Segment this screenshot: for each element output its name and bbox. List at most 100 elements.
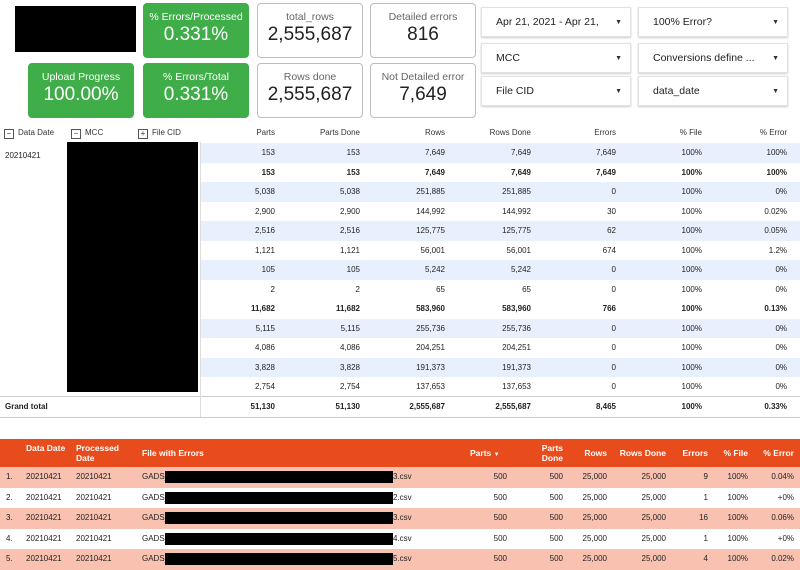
- col-header-errors[interactable]: Errors: [672, 448, 708, 458]
- pivot-cell-pct-file: 100%: [681, 245, 702, 255]
- error-table-row[interactable]: 4. 20210421 20210421 500 500 25,000 25,000 1 100…: [0, 529, 800, 550]
- pivot-dim-data-date[interactable]: − Data Date: [4, 128, 54, 139]
- pivot-cell-pct-error: 0%: [775, 382, 787, 391]
- col-header-rows[interactable]: Rows: [567, 448, 607, 458]
- pivot-col-header-parts[interactable]: Parts: [195, 128, 275, 137]
- pivot-dim-file-cid[interactable]: + File CID: [138, 128, 181, 139]
- error-cell-parts-done: 500: [549, 513, 563, 522]
- error-cell-errors: 1: [703, 492, 708, 502]
- pivot-cell-parts: 2: [270, 284, 275, 294]
- redacted-mcc-column: [67, 142, 198, 392]
- error-table-row[interactable]: 1. 20210421 20210421 500 500 25,000 25,000 9 100…: [0, 467, 800, 488]
- pivot-cell-parts: 153: [261, 148, 275, 157]
- col-header-pct-error[interactable]: % Error: [752, 448, 794, 458]
- error-cell-data-date: 20210421: [26, 513, 62, 522]
- error-cell-idx: 1.: [6, 472, 13, 481]
- pivot-cell-pct-error: 0.02%: [764, 206, 787, 216]
- date-range-picker[interactable]: Apr 21, 2021 - Apr 21, ▼: [481, 7, 631, 37]
- col-header-data-date[interactable]: Data Date: [26, 443, 66, 453]
- pivot-cell-pct-file: 100%: [681, 362, 702, 372]
- pivot-row: 3,828 3,828 191,373 191,373 0 100% 0%: [200, 357, 800, 377]
- error-table-row[interactable]: 3. 20210421 20210421 500 500 25,000 25,000 16 10…: [0, 508, 800, 529]
- pivot-cell-pct-file: 100%: [681, 323, 702, 333]
- col-header-file[interactable]: File with Errors: [142, 448, 204, 458]
- pivot-cell-rows: 125,775: [416, 226, 445, 235]
- pivot-cell-parts: 11,682: [250, 304, 275, 313]
- pivot-cell-parts-done: 2,516: [339, 226, 360, 235]
- pivot-row: 2,516 2,516 125,775 125,775 62 100% 0.05%: [200, 221, 800, 241]
- scorecard-label: Detailed errors: [388, 11, 458, 23]
- pivot-cell-errors: 0: [611, 382, 616, 391]
- pivot-cell-rows-done: 5,242: [510, 265, 531, 274]
- pivot-col-header-pct-error[interactable]: % Error: [707, 128, 787, 137]
- scorecard-value: 2,555,687: [267, 24, 353, 45]
- pivot-cell-pct-file: 100%: [681, 187, 702, 196]
- redacted-file-name: [165, 532, 393, 545]
- pivot-cell-errors: 0: [611, 284, 616, 294]
- filter-data-date[interactable]: data_date ▼: [638, 76, 788, 106]
- col-header-parts[interactable]: Parts ▼: [470, 448, 500, 460]
- filter-conversions[interactable]: Conversions define ... ▼: [638, 43, 788, 73]
- error-cell-rows-done: 25,000: [641, 533, 666, 543]
- pivot-cell-parts: 2,754: [254, 382, 275, 391]
- scorecard-value: 2,555,687: [267, 84, 353, 105]
- pivot-vertical-divider: [200, 142, 201, 417]
- error-cell-rows-done: 25,000: [641, 472, 666, 481]
- error-cell-pct-file: 100%: [727, 513, 748, 522]
- error-cell-pct-file: 100%: [727, 492, 748, 502]
- error-cell-rows: 25,000: [582, 492, 607, 502]
- pivot-cell-rows-done: 255,736: [502, 323, 531, 333]
- filter-label: Conversions define ...: [653, 52, 755, 64]
- pivot-cell-rows-done: 144,992: [502, 206, 531, 216]
- scorecard-errors-total: % Errors/Total 0.331%: [143, 63, 249, 118]
- scorecard-detailed-errors: Detailed errors 816: [370, 3, 476, 58]
- error-table-row[interactable]: 2. 20210421 20210421 500 500 25,000 25,000 1 100…: [0, 488, 800, 509]
- col-header-parts-done[interactable]: Parts Done: [528, 443, 563, 463]
- scorecard-total-rows: total_rows 2,555,687: [257, 3, 363, 58]
- collapse-icon[interactable]: −: [71, 129, 81, 139]
- filter-file-cid[interactable]: File CID ▼: [481, 76, 631, 106]
- pivot-col-header-parts-done[interactable]: Parts Done: [280, 128, 360, 137]
- error-table-row[interactable]: 5. 20210421 20210421 500 500 25,000 25,000 4 100…: [0, 549, 800, 570]
- pivot-cell-errors: 766: [602, 304, 616, 313]
- pivot-col-header-errors[interactable]: Errors: [536, 128, 616, 137]
- filter-100-error[interactable]: 100% Error? ▼: [638, 7, 788, 37]
- error-cell-parts-done: 500: [549, 533, 563, 543]
- scorecard-label: % Errors/Processed: [149, 11, 243, 23]
- pivot-row: 153 153 7,649 7,649 7,649 100% 100%: [200, 163, 800, 183]
- pivot-cell-parts-done: 153: [346, 148, 360, 157]
- error-cell-pct-file: 100%: [727, 554, 748, 563]
- pivot-cell-parts-done: 2: [355, 284, 360, 294]
- pivot-dim-mcc[interactable]: − MCC: [71, 128, 103, 139]
- error-cell-pct-file: 100%: [727, 533, 748, 543]
- pivot-col-header-rows[interactable]: Rows: [365, 128, 445, 137]
- col-header-rows-done[interactable]: Rows Done: [612, 448, 666, 458]
- col-header-pct-file[interactable]: % File: [715, 448, 748, 458]
- pivot-col-header-rows-done[interactable]: Rows Done: [451, 128, 531, 137]
- error-cell-processed-date: 20210421: [76, 533, 112, 543]
- pivot-cell-rows: 255,736: [416, 323, 445, 333]
- col-header-processed-date[interactable]: Processed Date: [76, 443, 128, 463]
- error-cell-file-suffix: 2.csv: [393, 492, 412, 502]
- pivot-col-header-pct-file[interactable]: % File: [622, 128, 702, 137]
- pivot-cell-pct-error: 0%: [775, 362, 787, 372]
- error-cell-rows-done: 25,000: [641, 513, 666, 522]
- pivot-cell-rows-done: 251,885: [502, 187, 531, 196]
- pivot-row: 5,038 5,038 251,885 251,885 0 100% 0%: [200, 182, 800, 202]
- pivot-cell-errors: 0: [611, 362, 616, 372]
- expand-icon[interactable]: +: [138, 129, 148, 139]
- grand-total-rows-done: 2,555,687: [495, 402, 531, 411]
- pivot-cell-rows-done: 583,960: [502, 304, 531, 313]
- pivot-cell-rows-done: 204,251: [502, 343, 531, 352]
- filter-mcc[interactable]: MCC ▼: [481, 43, 631, 73]
- redacted-file-name: [165, 553, 393, 565]
- collapse-icon[interactable]: −: [4, 129, 14, 139]
- chevron-down-icon: ▼: [615, 18, 622, 26]
- filter-label: data_date: [653, 85, 700, 97]
- pivot-cell-errors: 0: [611, 323, 616, 333]
- errors-table-header: Data Date Processed Date File with Error…: [0, 439, 800, 467]
- pivot-row: 153 153 7,649 7,649 7,649 100% 100%: [200, 143, 800, 163]
- scorecard-value: 100.00%: [43, 84, 119, 105]
- error-cell-errors: 16: [699, 513, 708, 522]
- pivot-cell-pct-error: 0.13%: [764, 304, 787, 313]
